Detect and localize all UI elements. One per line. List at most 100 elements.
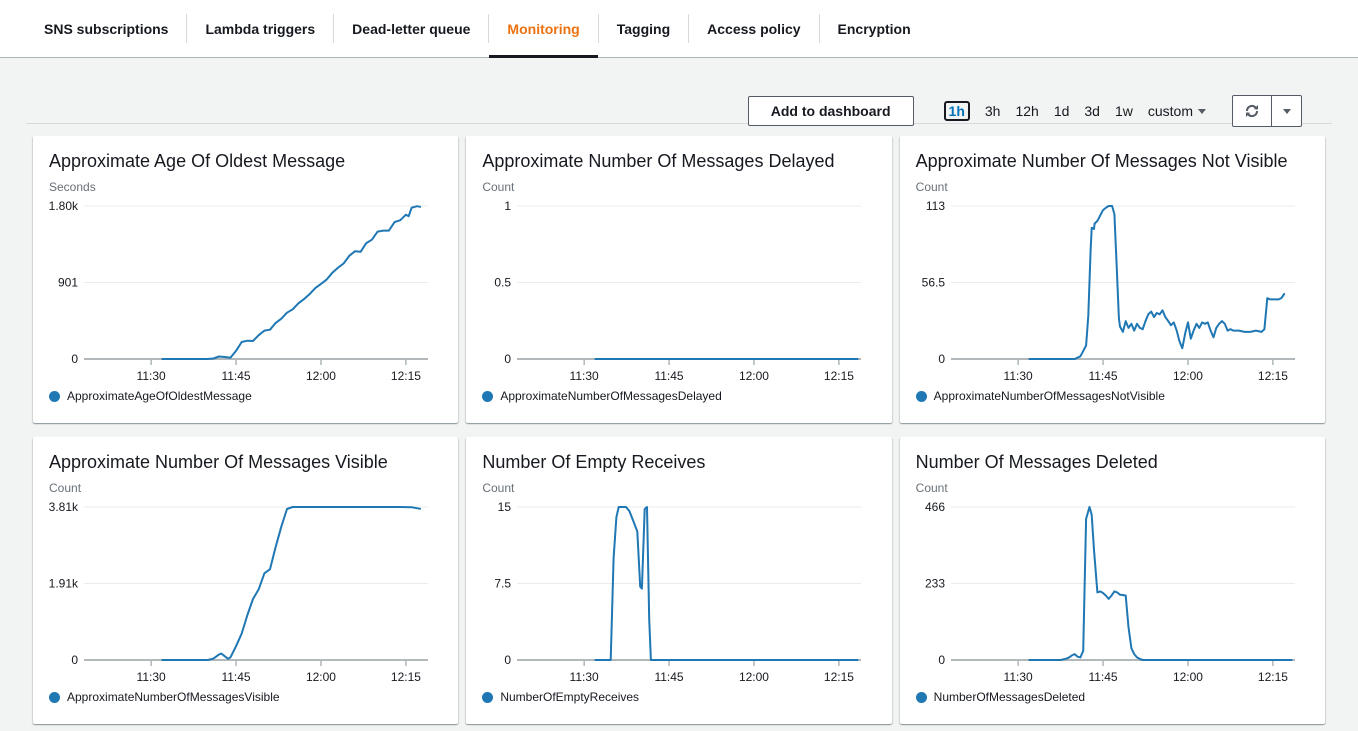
chart-title: Approximate Number Of Messages Not Visib… — [916, 149, 1309, 173]
time-range-1w[interactable]: 1w — [1115, 103, 1133, 119]
legend-item[interactable]: NumberOfEmptyReceives — [482, 690, 875, 704]
chart-unit-label: Count — [916, 481, 1309, 495]
chart-canvas[interactable]: 15 7.5 0 11:30 11:45 12:00 12:15 — [466, 495, 891, 687]
svg-text:12:15: 12:15 — [1258, 369, 1288, 383]
legend-item[interactable]: ApproximateAgeOfOldestMessage — [49, 389, 442, 403]
metric-chart-card-approximate-age-of-oldest-message: Approximate Age Of Oldest Message Second… — [33, 136, 458, 423]
time-range-12h[interactable]: 12h — [1015, 103, 1038, 119]
legend-label: ApproximateNumberOfMessagesVisible — [67, 690, 280, 704]
tab-dead-letter-queue[interactable]: Dead-letter queue — [334, 0, 488, 57]
time-range-3h[interactable]: 3h — [985, 103, 1001, 119]
svg-text:12:00: 12:00 — [739, 670, 769, 684]
refresh-icon — [1243, 102, 1261, 120]
metric-chart-card-number-of-empty-receives: Number Of Empty Receives Count 15 7.5 0 11:… — [466, 437, 891, 724]
legend-color-dot — [49, 391, 60, 402]
svg-text:3.81k: 3.81k — [49, 500, 79, 514]
svg-text:11:30: 11:30 — [137, 670, 166, 684]
svg-text:11:45: 11:45 — [655, 670, 684, 684]
charts-grid: Approximate Age Of Oldest Message Second… — [0, 127, 1358, 724]
chart-unit-label: Count — [916, 180, 1309, 194]
chart-title: Approximate Number Of Messages Delayed — [482, 149, 875, 173]
time-range-1d[interactable]: 1d — [1054, 103, 1070, 119]
svg-text:1.91k: 1.91k — [49, 577, 79, 591]
legend-color-dot — [916, 692, 927, 703]
legend-color-dot — [916, 391, 927, 402]
metric-chart-card-number-of-messages-deleted: Number Of Messages Deleted Count 4662330… — [900, 437, 1325, 724]
svg-text:11:45: 11:45 — [221, 369, 250, 383]
custom-range-label: custom — [1148, 103, 1193, 119]
time-range-1h[interactable]: 1h — [944, 101, 970, 121]
svg-text:11:45: 11:45 — [1088, 369, 1117, 383]
tab-access-policy[interactable]: Access policy — [689, 0, 818, 57]
chart-unit-label: Count — [482, 481, 875, 495]
svg-text:0: 0 — [938, 352, 945, 366]
legend-item[interactable]: NumberOfMessagesDeleted — [916, 690, 1309, 704]
svg-text:12:15: 12:15 — [391, 369, 421, 383]
svg-text:1: 1 — [505, 199, 512, 213]
svg-text:15: 15 — [498, 500, 512, 514]
svg-text:12:00: 12:00 — [739, 369, 769, 383]
svg-text:56.5: 56.5 — [921, 276, 945, 290]
legend-label: NumberOfEmptyReceives — [500, 690, 639, 704]
svg-text:0: 0 — [938, 653, 945, 667]
legend-color-dot — [49, 692, 60, 703]
add-to-dashboard-button[interactable]: Add to dashboard — [748, 96, 914, 126]
chart-unit-label: Count — [482, 180, 875, 194]
legend-label: ApproximateNumberOfMessagesDelayed — [500, 389, 721, 403]
time-range-group: 1h 3h 12h 1d 3d 1w — [944, 101, 1133, 121]
chart-canvas[interactable]: 1.80k901011:3011:4512:0012:15 — [33, 194, 458, 386]
svg-text:233: 233 — [925, 577, 945, 591]
legend-label: ApproximateAgeOfOldestMessage — [67, 389, 252, 403]
chart-title: Approximate Age Of Oldest Message — [49, 149, 442, 173]
metric-chart-card-approximate-number-of-messages-visible: Approximate Number Of Messages Visible C… — [33, 437, 458, 724]
legend-color-dot — [482, 692, 493, 703]
svg-text:12:15: 12:15 — [391, 670, 421, 684]
svg-text:11:45: 11:45 — [655, 369, 684, 383]
svg-text:11:45: 11:45 — [221, 670, 250, 684]
chart-canvas[interactable]: 466233011:3011:4512:0012:15 — [900, 495, 1325, 687]
svg-text:11:30: 11:30 — [570, 670, 599, 684]
svg-text:12:00: 12:00 — [306, 369, 336, 383]
chart-title: Approximate Number Of Messages Visible — [49, 450, 442, 474]
svg-text:113: 113 — [926, 199, 945, 213]
tab-sns-subscriptions[interactable]: SNS subscriptions — [26, 0, 186, 57]
svg-text:0: 0 — [71, 653, 78, 667]
svg-text:0: 0 — [505, 653, 512, 667]
tab-encryption[interactable]: Encryption — [820, 0, 929, 57]
svg-text:12:15: 12:15 — [824, 670, 854, 684]
tab-monitoring[interactable]: Monitoring — [489, 0, 597, 57]
svg-text:0.5: 0.5 — [495, 276, 512, 290]
chart-canvas[interactable]: 11356.5011:3011:4512:0012:15 — [900, 194, 1325, 386]
refresh-button-group — [1232, 95, 1302, 127]
chart-unit-label: Seconds — [49, 180, 442, 194]
svg-text:11:30: 11:30 — [137, 369, 166, 383]
legend-item[interactable]: ApproximateNumberOfMessagesVisible — [49, 690, 442, 704]
metric-chart-card-approximate-number-of-messages-not-visible: Approximate Number Of Messages Not Visib… — [900, 136, 1325, 423]
chart-canvas[interactable]: 10.5011:3011:4512:0012:15 — [466, 194, 891, 386]
tab-bar: SNS subscriptionsLambda triggersDead-let… — [0, 0, 1358, 58]
caret-down-icon — [1198, 109, 1206, 114]
legend-label: NumberOfMessagesDeleted — [934, 690, 1085, 704]
chart-unit-label: Count — [49, 481, 442, 495]
svg-text:11:45: 11:45 — [1088, 670, 1117, 684]
svg-text:901: 901 — [58, 276, 78, 290]
svg-text:12:00: 12:00 — [1173, 670, 1203, 684]
metric-chart-card-approximate-number-of-messages-delayed: Approximate Number Of Messages Delayed C… — [466, 136, 891, 423]
tab-tagging[interactable]: Tagging — [599, 0, 688, 57]
legend-item[interactable]: ApproximateNumberOfMessagesNotVisible — [916, 389, 1309, 403]
refresh-button[interactable] — [1232, 95, 1272, 127]
custom-range-dropdown[interactable]: custom — [1148, 103, 1206, 119]
time-range-3d[interactable]: 3d — [1084, 103, 1100, 119]
svg-text:7.5: 7.5 — [495, 577, 512, 591]
legend-label: ApproximateNumberOfMessagesNotVisible — [934, 389, 1165, 403]
refresh-options-button[interactable] — [1272, 95, 1302, 127]
svg-text:12:00: 12:00 — [306, 670, 336, 684]
legend-item[interactable]: ApproximateNumberOfMessagesDelayed — [482, 389, 875, 403]
svg-text:11:30: 11:30 — [1003, 369, 1032, 383]
chart-canvas[interactable]: 3.81k 1.91k 0 11:30 11:45 12:00 12:15 — [33, 495, 458, 687]
tab-lambda-triggers[interactable]: Lambda triggers — [187, 0, 333, 57]
legend-color-dot — [482, 391, 493, 402]
chart-title: Number Of Empty Receives — [482, 450, 875, 474]
chart-title: Number Of Messages Deleted — [916, 450, 1309, 474]
svg-text:12:15: 12:15 — [824, 369, 854, 383]
